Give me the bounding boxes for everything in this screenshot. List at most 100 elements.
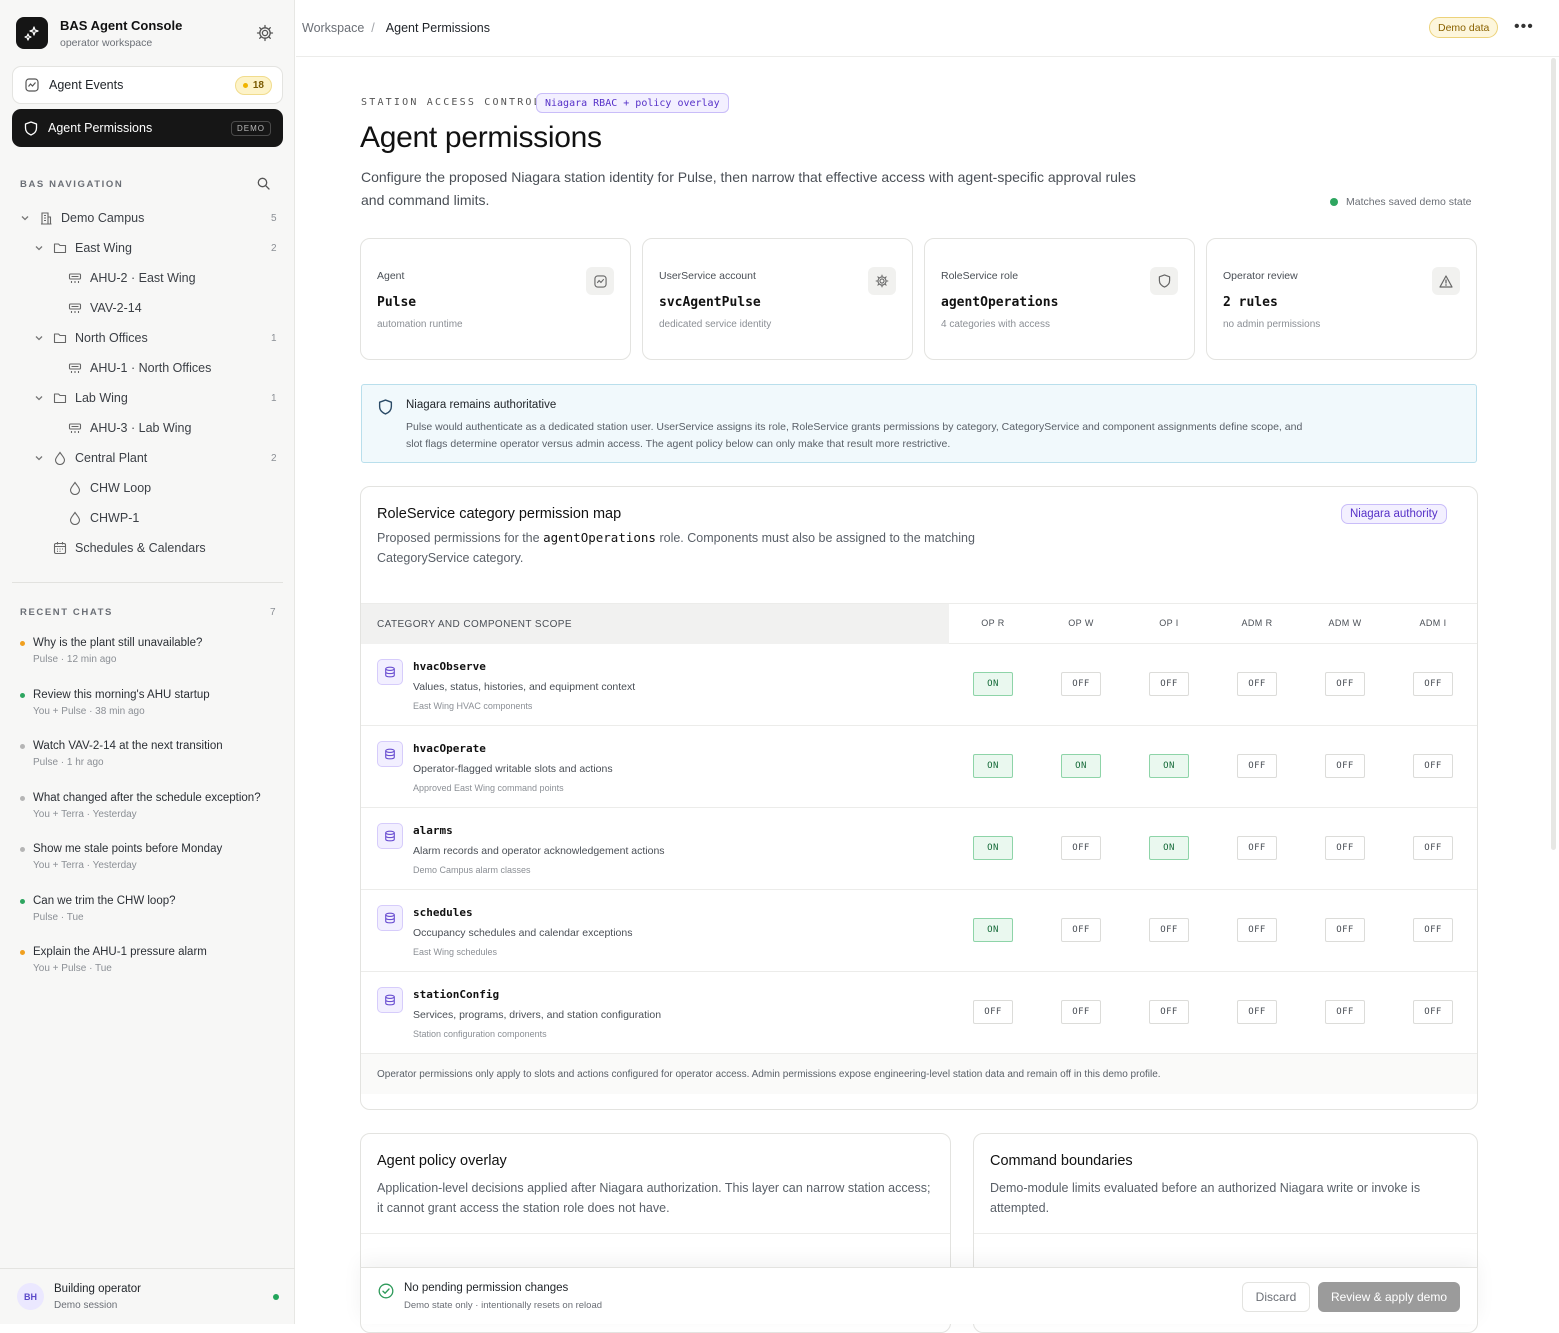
nav-agent-permissions[interactable]: Agent Permissions DEMO bbox=[12, 109, 283, 147]
tree-count: 5 bbox=[271, 212, 277, 224]
category-name: schedules bbox=[413, 906, 473, 919]
shield-icon bbox=[24, 120, 38, 136]
tree-item-north-offices[interactable]: North Offices 1 bbox=[34, 327, 280, 349]
tree-item-ahu-1[interactable]: AHU-1 · North Offices bbox=[68, 357, 211, 379]
permission-toggle[interactable]: ON bbox=[1061, 754, 1101, 778]
permission-toggle[interactable]: OFF bbox=[973, 1000, 1013, 1024]
search-icon[interactable] bbox=[257, 177, 270, 190]
avatar: BH bbox=[17, 1283, 44, 1310]
tree-item-ahu-3[interactable]: AHU-3 · Lab Wing bbox=[68, 417, 191, 439]
permission-toggle[interactable]: OFF bbox=[1325, 918, 1365, 942]
card-key: UserService account bbox=[659, 270, 756, 282]
permission-toggle[interactable]: OFF bbox=[1413, 672, 1453, 696]
tree-item-schedules[interactable]: Schedules & Calendars bbox=[53, 537, 206, 559]
page-title: Agent permissions bbox=[360, 121, 602, 154]
chat-item[interactable]: What changed after the schedule exceptio… bbox=[20, 792, 285, 820]
scrollbar[interactable] bbox=[1551, 58, 1556, 850]
shield-icon bbox=[1150, 267, 1178, 295]
shield-icon bbox=[378, 399, 393, 415]
pending-status: No pending permission changes bbox=[404, 1282, 569, 1294]
permission-toggle[interactable]: OFF bbox=[1061, 672, 1101, 696]
policy-title: Agent policy overlay bbox=[377, 1153, 507, 1169]
tree-item-chw-loop[interactable]: CHW Loop bbox=[68, 477, 151, 499]
tree-label: CHW Loop bbox=[90, 481, 152, 495]
tree-count: 1 bbox=[271, 392, 277, 404]
permission-toggle[interactable]: ON bbox=[1149, 836, 1189, 860]
chevron-down-icon[interactable] bbox=[20, 213, 30, 223]
permission-toggle[interactable]: ON bbox=[1149, 754, 1189, 778]
more-options-icon[interactable]: ••• bbox=[1514, 18, 1534, 36]
category-name: hvacOperate bbox=[413, 742, 486, 755]
tree-count: 2 bbox=[271, 452, 277, 464]
permission-toggle[interactable]: OFF bbox=[1149, 1000, 1189, 1024]
recent-chats-heading: RECENT CHATS bbox=[20, 607, 113, 618]
permission-toggle[interactable]: OFF bbox=[1413, 754, 1453, 778]
permission-toggle[interactable]: ON bbox=[973, 836, 1013, 860]
tree-label: AHU-1 · North Offices bbox=[90, 361, 212, 375]
settings-gear-icon[interactable] bbox=[256, 24, 274, 42]
tree-item-central-plant[interactable]: Central Plant 2 bbox=[34, 447, 280, 469]
chat-item[interactable]: Watch VAV-2-14 at the next transition Pul… bbox=[20, 740, 285, 768]
tree-item-ahu-2[interactable]: AHU-2 · East Wing bbox=[68, 267, 196, 289]
discard-button[interactable]: Discard bbox=[1242, 1282, 1310, 1312]
permission-toggle[interactable]: OFF bbox=[1237, 672, 1277, 696]
permission-toggle[interactable]: OFF bbox=[1413, 918, 1453, 942]
events-count-badge: 18 bbox=[234, 76, 272, 95]
card-desc: automation runtime bbox=[377, 319, 463, 330]
brand-logo bbox=[16, 17, 48, 49]
category-description: Occupancy schedules and calendar excepti… bbox=[413, 927, 633, 939]
permission-toggle[interactable]: ON bbox=[973, 754, 1013, 778]
permission-toggle[interactable]: OFF bbox=[1325, 1000, 1365, 1024]
tree-item-demo-campus[interactable]: Demo Campus 5 bbox=[20, 207, 280, 229]
permission-toggle[interactable]: OFF bbox=[1149, 918, 1189, 942]
table-header: CATEGORY AND COMPONENT SCOPE OP R OP W O… bbox=[361, 603, 1477, 644]
tree-item-east-wing[interactable]: East Wing 2 bbox=[34, 237, 280, 259]
permission-toggle[interactable]: OFF bbox=[1061, 836, 1101, 860]
permission-toggle[interactable]: OFF bbox=[1237, 836, 1277, 860]
droplet-icon bbox=[69, 511, 81, 525]
permission-toggle[interactable]: OFF bbox=[1061, 1000, 1101, 1024]
permission-toggle[interactable]: OFF bbox=[1413, 836, 1453, 860]
status-dot bbox=[20, 796, 25, 801]
chevron-down-icon[interactable] bbox=[34, 393, 44, 403]
permission-toggle[interactable]: OFF bbox=[1061, 918, 1101, 942]
tree-item-chwp-1[interactable]: CHWP-1 bbox=[68, 507, 139, 529]
user-session: Demo session bbox=[54, 1300, 118, 1311]
permission-toggle[interactable]: OFF bbox=[1237, 1000, 1277, 1024]
column-header: OP R bbox=[981, 618, 1005, 628]
status-dot bbox=[20, 744, 25, 749]
permission-map-description: Proposed permissions for the agentOperat… bbox=[377, 530, 975, 565]
tree-item-lab-wing[interactable]: Lab Wing 1 bbox=[34, 387, 280, 409]
chat-item[interactable]: Explain the AHU-1 pressure alarm You + Pu… bbox=[20, 946, 285, 974]
chevron-down-icon[interactable] bbox=[34, 333, 44, 343]
category-name: stationConfig bbox=[413, 988, 500, 1001]
chevron-down-icon[interactable] bbox=[34, 243, 44, 253]
check-circle-icon bbox=[378, 1283, 394, 1299]
user-profile[interactable]: BH Building operator Demo session bbox=[0, 1268, 295, 1324]
chat-item[interactable]: Why is the plant still unavailable? Pulse… bbox=[20, 637, 285, 665]
card-desc: dedicated service identity bbox=[659, 319, 772, 330]
permission-toggle[interactable]: OFF bbox=[1413, 1000, 1453, 1024]
breadcrumb-workspace[interactable]: Workspace bbox=[302, 21, 364, 35]
review-apply-button[interactable]: Review & apply demo bbox=[1318, 1282, 1460, 1312]
permission-toggle[interactable]: OFF bbox=[1325, 672, 1365, 696]
permission-toggle[interactable]: OFF bbox=[1237, 754, 1277, 778]
chat-item[interactable]: Can we trim the CHW loop? Pulse · Tue bbox=[20, 895, 285, 923]
userservice-card: UserService account svcAgentPulse dedica… bbox=[642, 238, 913, 360]
card-desc: 4 categories with access bbox=[941, 319, 1050, 330]
permission-toggle[interactable]: OFF bbox=[1149, 672, 1189, 696]
permission-toggle[interactable]: OFF bbox=[1237, 918, 1277, 942]
nav-agent-events[interactable]: Agent Events 18 bbox=[12, 66, 283, 104]
permission-toggle[interactable]: ON bbox=[973, 672, 1013, 696]
chevron-down-icon[interactable] bbox=[34, 453, 44, 463]
chat-item[interactable]: Show me stale points before Monday You + … bbox=[20, 843, 285, 871]
chat-item[interactable]: Review this morning's AHU startup You + P… bbox=[20, 689, 285, 717]
permission-toggle[interactable]: OFF bbox=[1325, 836, 1365, 860]
permission-toggle[interactable]: OFF bbox=[1325, 754, 1365, 778]
tree-item-vav-2-14[interactable]: VAV-2-14 bbox=[68, 297, 142, 319]
database-icon bbox=[377, 987, 403, 1013]
tree-label: East Wing bbox=[75, 241, 132, 255]
breadcrumb-current: Agent Permissions bbox=[385, 21, 490, 35]
sidebar-divider bbox=[12, 582, 283, 583]
permission-toggle[interactable]: ON bbox=[973, 918, 1013, 942]
